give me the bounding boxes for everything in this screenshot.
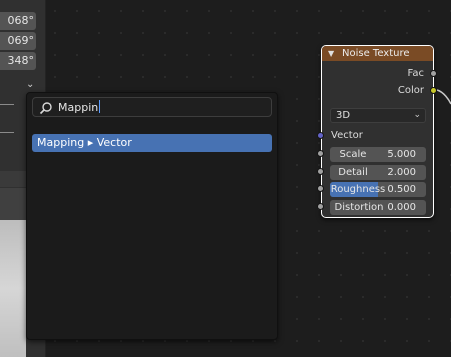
node-header[interactable]: ▼ Noise Texture [322, 46, 433, 61]
node-title: Noise Texture [342, 48, 410, 59]
search-result-item[interactable]: Mapping ▸ Vector [32, 134, 272, 152]
slider-label: Distortion [334, 202, 384, 213]
distortion-input-socket[interactable] [317, 203, 324, 210]
input-label-vector: Vector [331, 130, 363, 141]
vector-input-socket[interactable] [317, 132, 324, 139]
distortion-field[interactable]: Distortion 0.000 [330, 200, 426, 215]
rotation-x-field[interactable]: 068° [0, 12, 36, 30]
slider-label: Detail [338, 167, 368, 178]
noise-texture-node[interactable]: ▼ Noise Texture Fac Color 3D ⌄ Vector Sc… [321, 45, 434, 218]
node-search-popup: Mappin Mapping ▸ Vector [26, 92, 278, 340]
dimensions-value: 3D [336, 110, 351, 121]
text-cursor [99, 100, 101, 113]
rotation-y-field[interactable]: 069° [0, 32, 36, 50]
search-icon [39, 102, 52, 115]
chevron-down-icon[interactable]: ⌄ [26, 79, 34, 90]
chevron-down-icon: ⌄ [413, 110, 421, 120]
scale-field[interactable]: Scale 5.000 [330, 147, 426, 162]
slider-value: 0.500 [387, 184, 416, 195]
slider-value: 2.000 [387, 167, 416, 178]
panel-divider [0, 104, 14, 105]
search-query-text: Mappin [58, 100, 101, 114]
roughness-input-socket[interactable] [317, 185, 324, 192]
rotation-z-field[interactable]: 348° [0, 52, 36, 70]
slider-label: Scale [339, 149, 367, 160]
slider-value: 0.000 [387, 202, 416, 213]
output-label-color: Color [397, 85, 424, 96]
color-output-socket[interactable] [430, 87, 437, 94]
dimensions-dropdown[interactable]: 3D ⌄ [330, 108, 426, 123]
panel-section [0, 171, 26, 187]
roughness-slider[interactable]: Roughness 0.500 [330, 182, 426, 197]
detail-input-socket[interactable] [317, 168, 324, 175]
fac-output-socket[interactable] [430, 70, 437, 77]
viewport-preview [0, 220, 26, 357]
slider-value: 5.000 [387, 149, 416, 160]
search-input[interactable]: Mappin [32, 97, 272, 117]
viewport-strip [0, 188, 26, 220]
detail-field[interactable]: Detail 2.000 [330, 165, 426, 180]
scale-input-socket[interactable] [317, 150, 324, 157]
collapse-arrow-icon[interactable]: ▼ [328, 46, 334, 61]
panel-divider [0, 132, 14, 133]
output-label-fac: Fac [407, 68, 424, 79]
slider-label: Roughness [330, 184, 386, 195]
